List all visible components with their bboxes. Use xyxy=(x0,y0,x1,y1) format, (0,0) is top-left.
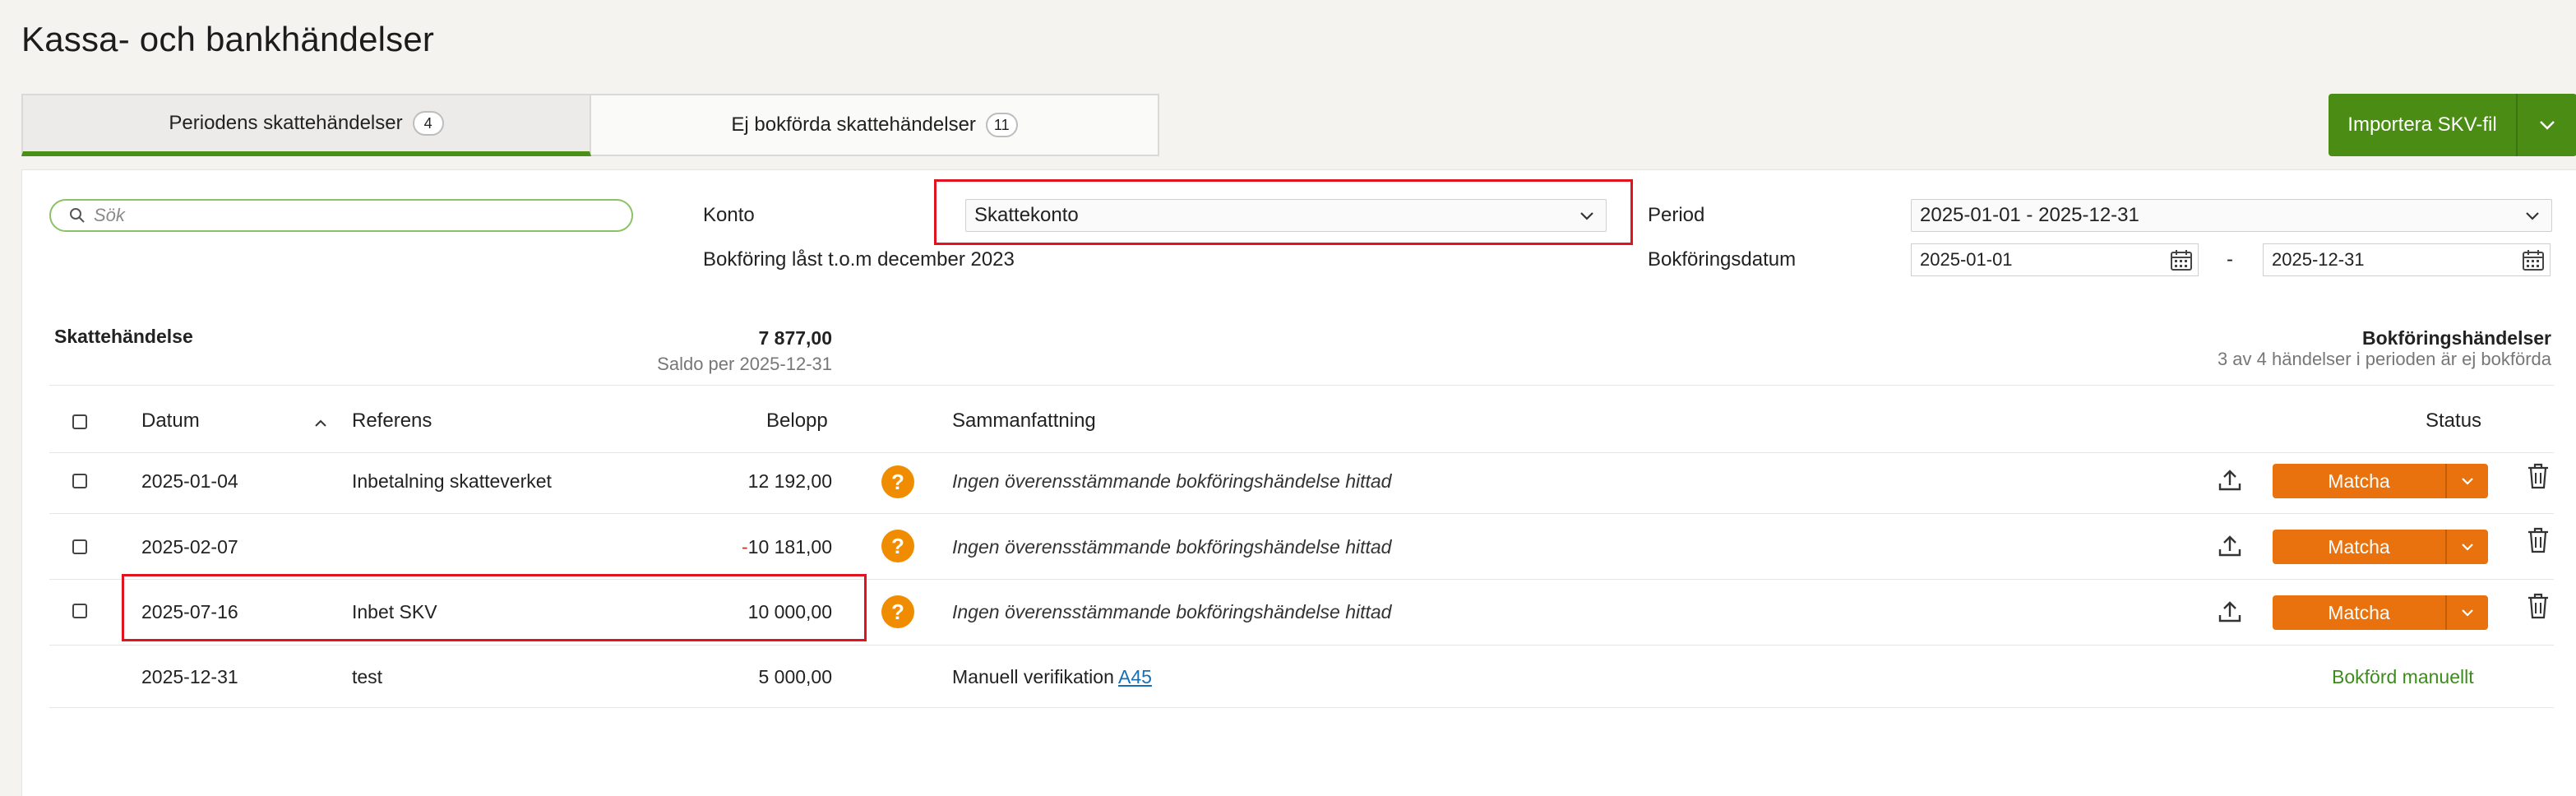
question-icon[interactable]: ? xyxy=(881,595,914,628)
tab-count-badge: 11 xyxy=(985,113,1018,137)
matcha-button[interactable]: Matcha xyxy=(2273,530,2447,564)
trash-icon[interactable] xyxy=(2526,592,2551,620)
row-referens: test xyxy=(352,666,383,687)
search-icon xyxy=(70,208,85,223)
konto-select-value: Skattekonto xyxy=(974,204,1079,226)
import-skv-button[interactable]: Importera SKV-fil xyxy=(2329,94,2518,156)
date-to-value: 2025-12-31 xyxy=(2272,249,2365,270)
row-summary: Ingen överensstämmande bokföringshändels… xyxy=(952,470,1392,492)
row-summary-prefix: Manuell verifikation xyxy=(952,666,1118,687)
row-summary: Ingen överensstämmande bokföringshändels… xyxy=(952,601,1392,622)
chevron-down-icon xyxy=(1580,211,1593,220)
row-summary: Manuell verifikation A45 xyxy=(952,666,1152,688)
chevron-down-icon xyxy=(2462,544,2473,551)
date-from-field[interactable]: 2025-01-01 xyxy=(1911,243,2199,276)
summary-saldo: Saldo per 2025-12-31 xyxy=(657,354,832,374)
konto-select[interactable]: Skattekonto xyxy=(965,199,1607,232)
matcha-dropdown-toggle[interactable] xyxy=(2447,464,2488,498)
chevron-down-icon xyxy=(2462,478,2473,485)
bokforingsdatum-label: Bokföringsdatum xyxy=(1648,248,1797,271)
chevron-down-icon xyxy=(2526,211,2539,220)
search-field[interactable] xyxy=(49,199,633,232)
row-referens: Inbetalning skatteverket xyxy=(352,470,552,492)
date-to-field[interactable]: 2025-12-31 xyxy=(2263,243,2551,276)
summary-title: Skattehändelse xyxy=(54,326,193,347)
tab-label: Periodens skattehändelser xyxy=(169,112,403,134)
matcha-button[interactable]: Matcha xyxy=(2273,464,2447,498)
status-badge: Bokförd manuellt xyxy=(2332,666,2474,687)
question-icon[interactable]: ? xyxy=(881,530,914,562)
upload-icon[interactable] xyxy=(2217,467,2243,493)
row-summary: Ingen överensstämmande bokföringshändels… xyxy=(952,536,1392,558)
row-checkbox[interactable] xyxy=(72,474,87,488)
divider xyxy=(49,385,2554,386)
row-belopp: 5 000,00 xyxy=(758,666,832,687)
divider xyxy=(49,452,2554,453)
summary-value: 7 877,00 xyxy=(758,327,832,349)
matcha-button-group: Matcha xyxy=(2273,595,2488,630)
locked-note: Bokföring låst t.o.m december 2023 xyxy=(703,248,1015,271)
trash-icon[interactable] xyxy=(2526,462,2551,490)
sort-up-icon[interactable] xyxy=(314,419,327,428)
column-header-datum[interactable]: Datum xyxy=(141,410,200,433)
row-checkbox[interactable] xyxy=(72,604,87,618)
period-select-value: 2025-01-01 - 2025-12-31 xyxy=(1920,204,2139,226)
page-title: Kassa- och bankhändelser xyxy=(21,20,435,58)
column-header-status: Status xyxy=(2426,410,2482,432)
row-datum: 2025-01-04 xyxy=(141,470,238,492)
tab-count-badge: 4 xyxy=(412,111,444,136)
row-belopp: 12 192,00 xyxy=(747,470,832,492)
row-belopp: 10 000,00 xyxy=(747,601,832,622)
matcha-button-group: Matcha xyxy=(2273,464,2488,498)
import-skv-button-group: Importera SKV-fil xyxy=(2329,94,2576,156)
upload-icon[interactable] xyxy=(2217,599,2243,625)
date-separator: - xyxy=(2227,248,2233,271)
divider xyxy=(49,513,2554,514)
calendar-icon[interactable] xyxy=(2522,248,2545,271)
row-belopp: -10 181,00 xyxy=(742,536,832,558)
upload-icon[interactable] xyxy=(2217,533,2243,559)
import-dropdown-toggle[interactable] xyxy=(2518,94,2576,156)
calendar-icon[interactable] xyxy=(2170,248,2193,271)
matcha-dropdown-toggle[interactable] xyxy=(2447,530,2488,564)
trash-icon[interactable] xyxy=(2526,526,2551,554)
row-datum: 2025-12-31 xyxy=(141,666,238,687)
row-referens: Inbet SKV xyxy=(352,601,437,622)
tabs: Periodens skattehändelser 4 Ej bokförda … xyxy=(21,94,1159,156)
tab-label: Ej bokförda skattehändelser xyxy=(731,113,976,136)
konto-label: Konto xyxy=(703,204,755,226)
period-label: Period xyxy=(1648,204,1705,226)
column-header-belopp[interactable]: Belopp xyxy=(766,410,828,433)
row-checkbox[interactable] xyxy=(72,539,87,554)
period-select[interactable]: 2025-01-01 - 2025-12-31 xyxy=(1911,199,2552,232)
date-from-value: 2025-01-01 xyxy=(1920,249,2013,270)
matcha-button[interactable]: Matcha xyxy=(2273,595,2447,630)
question-icon[interactable]: ? xyxy=(881,465,914,498)
chevron-down-icon xyxy=(2462,609,2473,617)
divider xyxy=(49,645,2554,646)
chevron-down-icon xyxy=(2540,121,2555,130)
divider xyxy=(49,707,2554,708)
select-all-checkbox[interactable] xyxy=(72,414,87,429)
matcha-button-group: Matcha xyxy=(2273,530,2488,564)
tab-ej-bokforda-skattehandelser[interactable]: Ej bokförda skattehändelser 11 xyxy=(591,94,1159,156)
search-input[interactable] xyxy=(94,205,587,226)
tab-periodens-skattehandelser[interactable]: Periodens skattehändelser 4 xyxy=(21,94,591,156)
bokforingshandelser-sub: 3 av 4 händelser i perioden är ej bokför… xyxy=(2217,349,2551,369)
row-datum: 2025-02-07 xyxy=(141,536,238,558)
verifikation-link[interactable]: A45 xyxy=(1118,666,1152,687)
row-datum: 2025-07-16 xyxy=(141,601,238,622)
column-header-sammanfattning: Sammanfattning xyxy=(952,410,1096,432)
column-header-referens[interactable]: Referens xyxy=(352,410,432,433)
bokforingshandelser-title: Bokföringshändelser xyxy=(2361,327,2551,349)
matcha-dropdown-toggle[interactable] xyxy=(2447,595,2488,630)
